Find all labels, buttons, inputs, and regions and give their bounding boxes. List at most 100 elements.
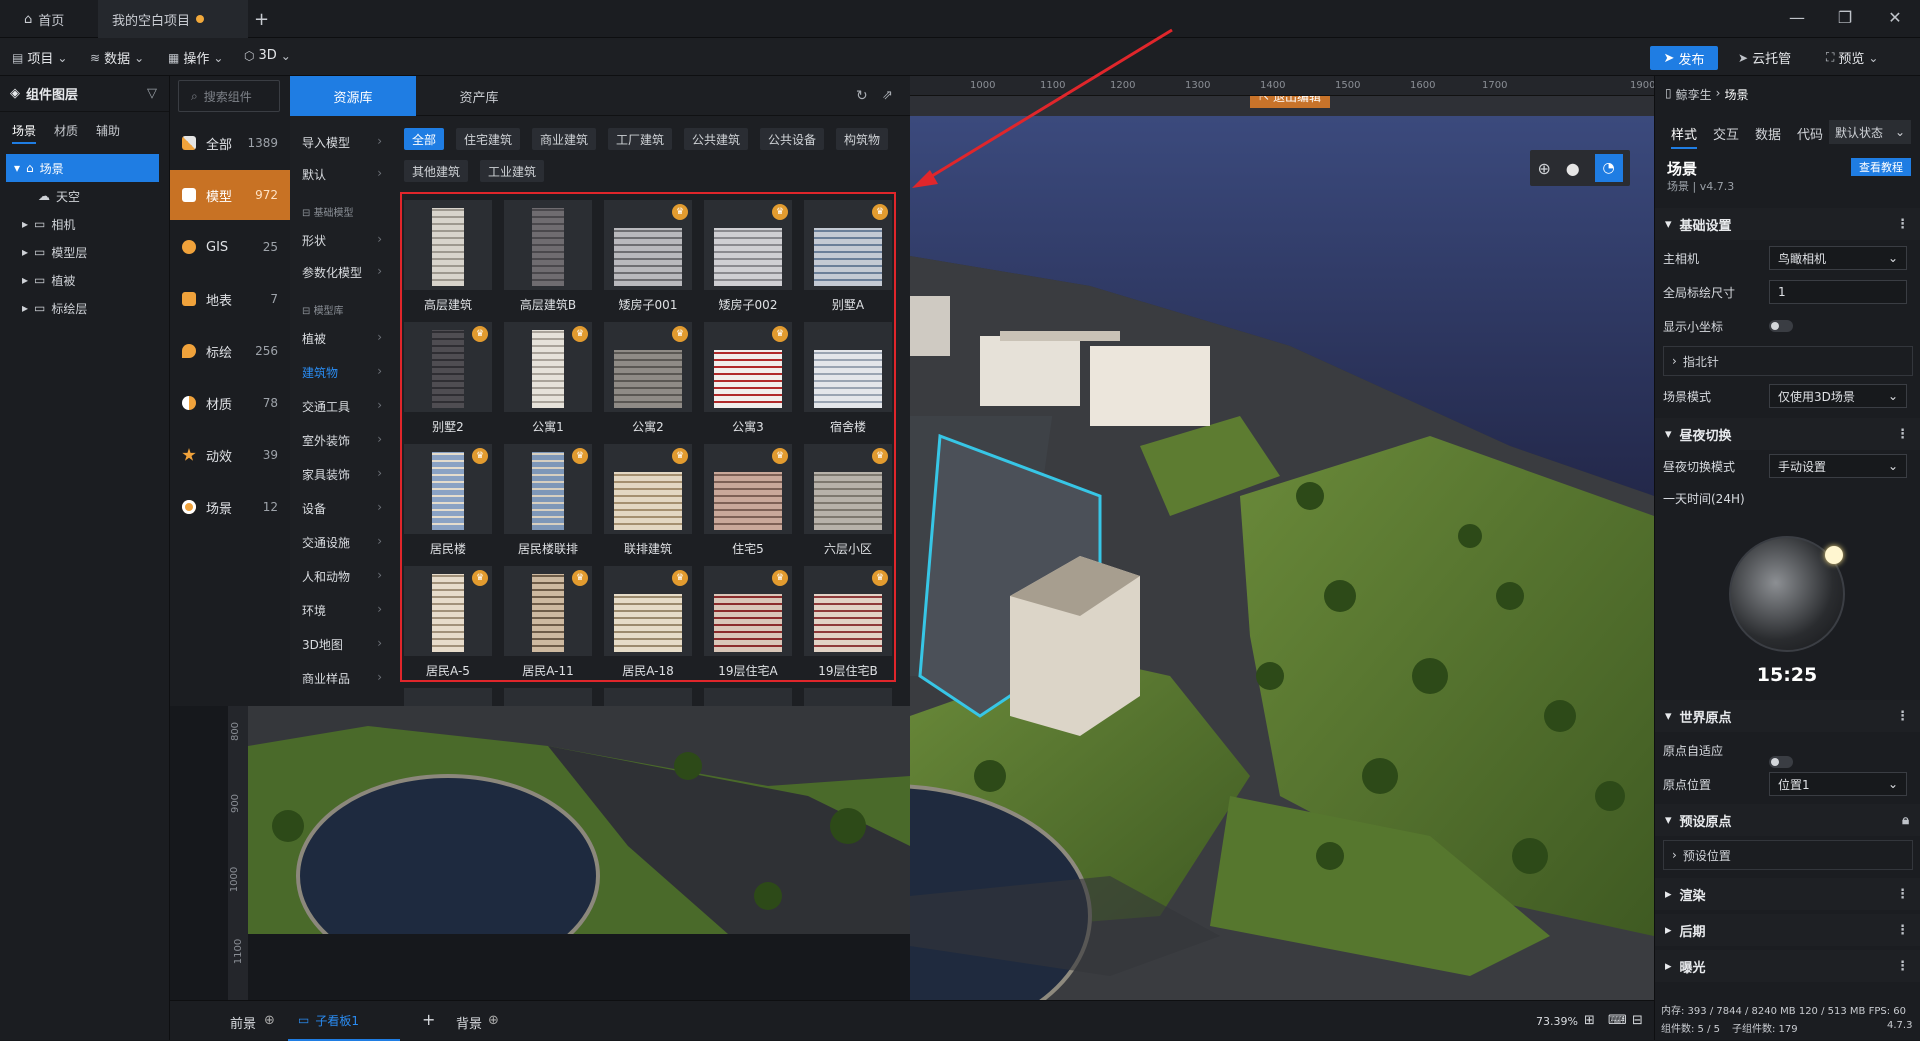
- section-post[interactable]: ▸ 后期 ⋮: [1655, 914, 1920, 946]
- model-card[interactable]: ♛ 别墅2: [404, 322, 492, 442]
- add-board-button[interactable]: +: [422, 1010, 435, 1029]
- globe-icon[interactable]: ⊕: [1537, 159, 1550, 178]
- subcat-3d-map[interactable]: 3D地图 ›: [302, 636, 382, 653]
- show-coord-toggle[interactable]: [1769, 320, 1793, 332]
- section-preset-origin[interactable]: ▾ 预设原点 🔒︎: [1655, 804, 1920, 836]
- state-select[interactable]: 默认状态 ⌄: [1829, 120, 1911, 144]
- model-card[interactable]: ♛ 住宅5: [704, 444, 792, 564]
- external-link-icon[interactable]: ⇗: [882, 88, 893, 103]
- layers-tab-scene[interactable]: 场景: [12, 122, 37, 144]
- model-card[interactable]: ♛ 居民楼: [404, 444, 492, 564]
- model-card[interactable]: ♛ 居民楼联排: [504, 444, 592, 564]
- sphere-icon[interactable]: ●: [1566, 159, 1580, 178]
- tab-home[interactable]: ⌂ 首页: [10, 0, 78, 38]
- daynight-mode-select[interactable]: 手动设置 ⌄: [1769, 454, 1907, 478]
- filter-public[interactable]: 公共建筑: [684, 128, 749, 150]
- filter-icon[interactable]: ▽: [147, 86, 157, 101]
- minus-icon[interactable]: ⊟: [1632, 1013, 1643, 1028]
- category-gis[interactable]: GIS 25: [170, 222, 290, 272]
- subcat-vehicle[interactable]: 交通工具 ›: [302, 398, 382, 415]
- preview-button[interactable]: ⛶ 预览 ⌄: [1826, 48, 1878, 67]
- model-card[interactable]: ♛ 公寓3: [704, 322, 792, 442]
- model-card[interactable]: 高层建筑: [404, 200, 492, 320]
- add-tab-button[interactable]: +: [240, 0, 283, 38]
- filter-industrial[interactable]: 工业建筑: [480, 160, 545, 182]
- subcat-people-animals[interactable]: 人和动物 ›: [302, 568, 382, 585]
- subcat-shape[interactable]: 形状 ›: [302, 232, 382, 249]
- model-card[interactable]: ♛ 别墅A: [804, 200, 892, 320]
- filter-residential[interactable]: 住宅建筑: [456, 128, 521, 150]
- breadcrumb-root[interactable]: 鲸孪生: [1676, 86, 1712, 103]
- filter-factory[interactable]: 工厂建筑: [608, 128, 673, 150]
- category-effect[interactable]: 动效 39: [170, 430, 290, 480]
- section-exposure[interactable]: ▸ 曝光 ⋮: [1655, 950, 1920, 982]
- model-card[interactable]: ♛ 公寓1: [504, 322, 592, 442]
- tab-background[interactable]: 背景: [456, 1013, 482, 1032]
- keyboard-icon[interactable]: ⌨: [1608, 1013, 1627, 1028]
- preset-position-row[interactable]: › 预设位置: [1663, 840, 1913, 870]
- more-icon[interactable]: ⋮: [1896, 923, 1909, 938]
- tab-project[interactable]: 我的空白项目: [98, 0, 248, 38]
- add-foreground-icon[interactable]: ⊕: [264, 1013, 275, 1028]
- model-card[interactable]: ♛ 公寓2: [604, 322, 692, 442]
- add-background-icon[interactable]: ⊕: [488, 1013, 499, 1028]
- section-render[interactable]: ▸ 渲染 ⋮: [1655, 878, 1920, 910]
- subcat-parametric[interactable]: 参数化模型 ›: [302, 264, 382, 281]
- model-card[interactable]: ♛ 居民A-18: [604, 566, 692, 686]
- tab-interaction[interactable]: 交互: [1713, 124, 1739, 149]
- tab-resource-library[interactable]: 资源库: [290, 76, 416, 116]
- model-card[interactable]: ♛ 六层小区: [804, 444, 892, 564]
- model-card[interactable]: ♛ 联排建筑: [604, 444, 692, 564]
- section-origin[interactable]: ▾ 世界原点 ⋮: [1655, 700, 1920, 732]
- filter-structure[interactable]: 构筑物: [836, 128, 889, 150]
- layer-node-camera[interactable]: ▸ ▭ 相机: [0, 210, 169, 238]
- plot-size-input[interactable]: 1: [1769, 280, 1907, 304]
- tab-data[interactable]: 数据: [1755, 124, 1781, 149]
- subcat-building[interactable]: 建筑物 ›: [302, 364, 382, 381]
- close-icon[interactable]: ✕: [1884, 8, 1906, 27]
- more-icon[interactable]: ⋮: [1896, 427, 1909, 442]
- model-card[interactable]: ♛ 居民A-11: [504, 566, 592, 686]
- filter-commercial[interactable]: 商业建筑: [532, 128, 597, 150]
- layers-tab-material[interactable]: 材质: [54, 122, 78, 144]
- category-model[interactable]: 模型 972: [170, 170, 290, 220]
- fit-screen-icon[interactable]: ⊞: [1584, 1013, 1595, 1028]
- filter-public-equipment[interactable]: 公共设备: [760, 128, 825, 150]
- menu-project[interactable]: ▤ 项目 ⌄: [12, 48, 67, 68]
- tab-foreground[interactable]: 前景: [230, 1013, 256, 1032]
- cloud-button[interactable]: ➤ 云托管: [1738, 48, 1791, 68]
- search-input[interactable]: ⌕ 搜索组件: [178, 80, 280, 112]
- subcat-vegetation[interactable]: 植被 ›: [302, 330, 382, 347]
- layer-node-sky[interactable]: ☁ 天空: [0, 182, 169, 210]
- subcat-import-model[interactable]: 导入模型 ›: [302, 134, 382, 151]
- layer-node-scene[interactable]: ▾ ⌂ 场景: [6, 154, 159, 182]
- model-card[interactable]: ♛ 矮房子002: [704, 200, 792, 320]
- section-daynight[interactable]: ▾ 昼夜切换 ⋮: [1655, 418, 1920, 450]
- model-card[interactable]: 高层建筑B: [504, 200, 592, 320]
- filter-all[interactable]: 全部: [404, 128, 445, 150]
- sun-handle-icon[interactable]: [1825, 546, 1843, 564]
- publish-button[interactable]: ➤ 发布: [1650, 46, 1718, 70]
- model-card[interactable]: ♛ 居民A-5: [404, 566, 492, 686]
- subcat-default[interactable]: 默认 ›: [302, 166, 382, 183]
- more-icon[interactable]: ⋮: [1896, 709, 1909, 724]
- origin-adapt-toggle[interactable]: [1769, 756, 1793, 768]
- category-all[interactable]: 全部 1389: [170, 118, 290, 168]
- menu-data[interactable]: ≋ 数据 ⌄: [90, 48, 144, 68]
- layer-node-model[interactable]: ▸ ▭ 模型层: [0, 238, 169, 266]
- model-card[interactable]: 宿舍楼: [804, 322, 892, 442]
- more-icon[interactable]: ⋮: [1896, 887, 1909, 902]
- orbit-icon[interactable]: ◔: [1594, 154, 1623, 182]
- refresh-icon[interactable]: ↻: [856, 88, 868, 104]
- subcat-outdoor-decor[interactable]: 室外装饰 ›: [302, 432, 382, 449]
- scene-viewport[interactable]: ⇱ 退出编辑 ⊕ ● ◔: [910, 76, 1654, 1016]
- layer-node-vegetation[interactable]: ▸ ▭ 植被: [0, 266, 169, 294]
- restore-icon[interactable]: ❐: [1834, 8, 1856, 27]
- tab-code[interactable]: 代码: [1797, 124, 1823, 149]
- menu-operate[interactable]: ▦ 操作 ⌄: [168, 48, 223, 68]
- subcat-furniture[interactable]: 家具装饰 ›: [302, 466, 382, 483]
- compass-row[interactable]: › 指北针: [1663, 346, 1913, 376]
- category-terrain[interactable]: 地表 7: [170, 274, 290, 324]
- model-card[interactable]: ♛ 矮房子001: [604, 200, 692, 320]
- minimize-icon[interactable]: —: [1786, 8, 1808, 27]
